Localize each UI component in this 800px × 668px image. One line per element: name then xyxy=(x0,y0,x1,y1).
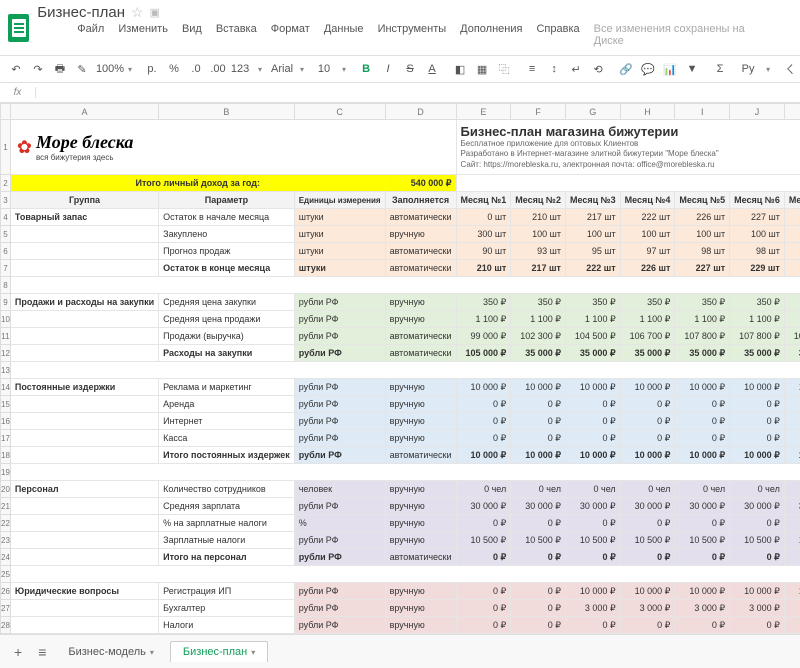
toolbar: ↶ ↷ 🖶 ✎ 100%▾ р. % .0 .00 123▾ Arial▾ 10… xyxy=(0,55,800,83)
col-F[interactable]: F xyxy=(511,104,566,120)
zoom-select[interactable]: 100% xyxy=(102,60,118,78)
income-label[interactable]: Итого личный доход за год: xyxy=(10,175,385,192)
format-123[interactable]: 123 xyxy=(232,60,248,78)
comment-icon[interactable]: 💬 xyxy=(640,60,656,78)
filter-icon[interactable]: ▼ xyxy=(684,60,700,78)
brand-logo: ✿ Море блескався бижутерия здесь xyxy=(15,130,452,164)
link-icon[interactable]: 🔗 xyxy=(618,60,634,78)
percent-icon[interactable]: % xyxy=(166,60,182,78)
plan-sub2: Разработано в Интернет-магазине элитной … xyxy=(461,149,800,159)
rotate-icon[interactable]: ⟲ xyxy=(590,60,606,78)
inc-decimal-icon[interactable]: .00 xyxy=(210,60,226,78)
add-sheet-button[interactable]: + xyxy=(8,644,28,660)
col-header-row: A B C D E F G H I J K L M xyxy=(1,104,800,120)
sheets-app-icon xyxy=(8,14,29,42)
plan-sub1: Бесплатное приложение для оптовых Клиент… xyxy=(461,139,800,149)
fill-color-icon[interactable]: ◧ xyxy=(452,60,468,78)
fx-label: fx xyxy=(0,87,36,98)
strike-icon[interactable]: S xyxy=(402,60,418,78)
bold-icon[interactable]: B xyxy=(358,60,374,78)
menu-edit[interactable]: Изменить xyxy=(118,23,168,47)
menubar: Файл Изменить Вид Вставка Формат Данные … xyxy=(37,21,792,51)
borders-icon[interactable]: ▦ xyxy=(474,60,490,78)
flower-icon: ✿ xyxy=(17,137,32,158)
col-D[interactable]: D xyxy=(385,104,456,120)
font-size[interactable]: 10 xyxy=(316,60,332,78)
collapse-icon[interactable]: ㄑ xyxy=(782,60,798,78)
plan-sub3: Сайт: https://morebleska.ru, электронная… xyxy=(461,160,800,170)
move-icon[interactable]: ▣ xyxy=(150,6,160,19)
cyrillic-icon[interactable]: Ру xyxy=(740,60,756,78)
sheet-tab-plan[interactable]: Бизнес-план▾ xyxy=(170,641,268,662)
col-J[interactable]: J xyxy=(730,104,785,120)
menu-insert[interactable]: Вставка xyxy=(216,23,257,47)
row-3[interactable]: 3 xyxy=(1,192,11,209)
income-value[interactable]: 540 000 ₽ xyxy=(385,175,456,192)
italic-icon[interactable]: I xyxy=(380,60,396,78)
dec-decimal-icon[interactable]: .0 xyxy=(188,60,204,78)
col-A[interactable]: A xyxy=(10,104,158,120)
row-2[interactable]: 2 xyxy=(1,175,11,192)
merge-icon[interactable]: ⿻ xyxy=(496,60,512,78)
valign-icon[interactable]: ↕ xyxy=(546,60,562,78)
save-status: Все изменения сохранены на Диске xyxy=(594,23,752,47)
menu-data[interactable]: Данные xyxy=(324,23,364,47)
menu-help[interactable]: Справка xyxy=(536,23,579,47)
all-sheets-button[interactable]: ≡ xyxy=(32,644,52,660)
menu-view[interactable]: Вид xyxy=(182,23,202,47)
col-K[interactable]: K xyxy=(784,104,800,120)
font-select[interactable]: Arial xyxy=(274,60,290,78)
menu-format[interactable]: Формат xyxy=(271,23,310,47)
spreadsheet-grid[interactable]: A B C D E F G H I J K L M 1 ✿ Море блеск… xyxy=(0,103,800,634)
col-G[interactable]: G xyxy=(565,104,620,120)
chart-icon[interactable]: 📊 xyxy=(662,60,678,78)
functions-icon[interactable]: Σ xyxy=(712,60,728,78)
doc-title[interactable]: Бизнес-план xyxy=(37,4,125,21)
col-I[interactable]: I xyxy=(675,104,730,120)
star-icon[interactable]: ☆ xyxy=(131,4,144,21)
sheet-tab-model[interactable]: Бизнес-модель▾ xyxy=(56,642,166,662)
col-H[interactable]: H xyxy=(620,104,675,120)
plan-title: Бизнес-план магазина бижутерии xyxy=(461,124,800,139)
print-icon[interactable]: 🖶 xyxy=(52,60,68,78)
col-B[interactable]: B xyxy=(159,104,295,120)
undo-icon[interactable]: ↶ xyxy=(8,60,24,78)
paint-icon[interactable]: ✎ xyxy=(74,60,90,78)
row-1[interactable]: 1 xyxy=(1,120,11,175)
currency-icon[interactable]: р. xyxy=(144,60,160,78)
col-E[interactable]: E xyxy=(456,104,511,120)
halign-icon[interactable]: ≡ xyxy=(524,60,540,78)
redo-icon[interactable]: ↷ xyxy=(30,60,46,78)
corner[interactable] xyxy=(1,104,11,120)
text-color-icon[interactable]: A xyxy=(424,60,440,78)
menu-addons[interactable]: Дополнения xyxy=(460,23,522,47)
menu-file[interactable]: Файл xyxy=(77,23,104,47)
col-C[interactable]: C xyxy=(294,104,385,120)
wrap-icon[interactable]: ↵ xyxy=(568,60,584,78)
menu-tools[interactable]: Инструменты xyxy=(378,23,447,47)
